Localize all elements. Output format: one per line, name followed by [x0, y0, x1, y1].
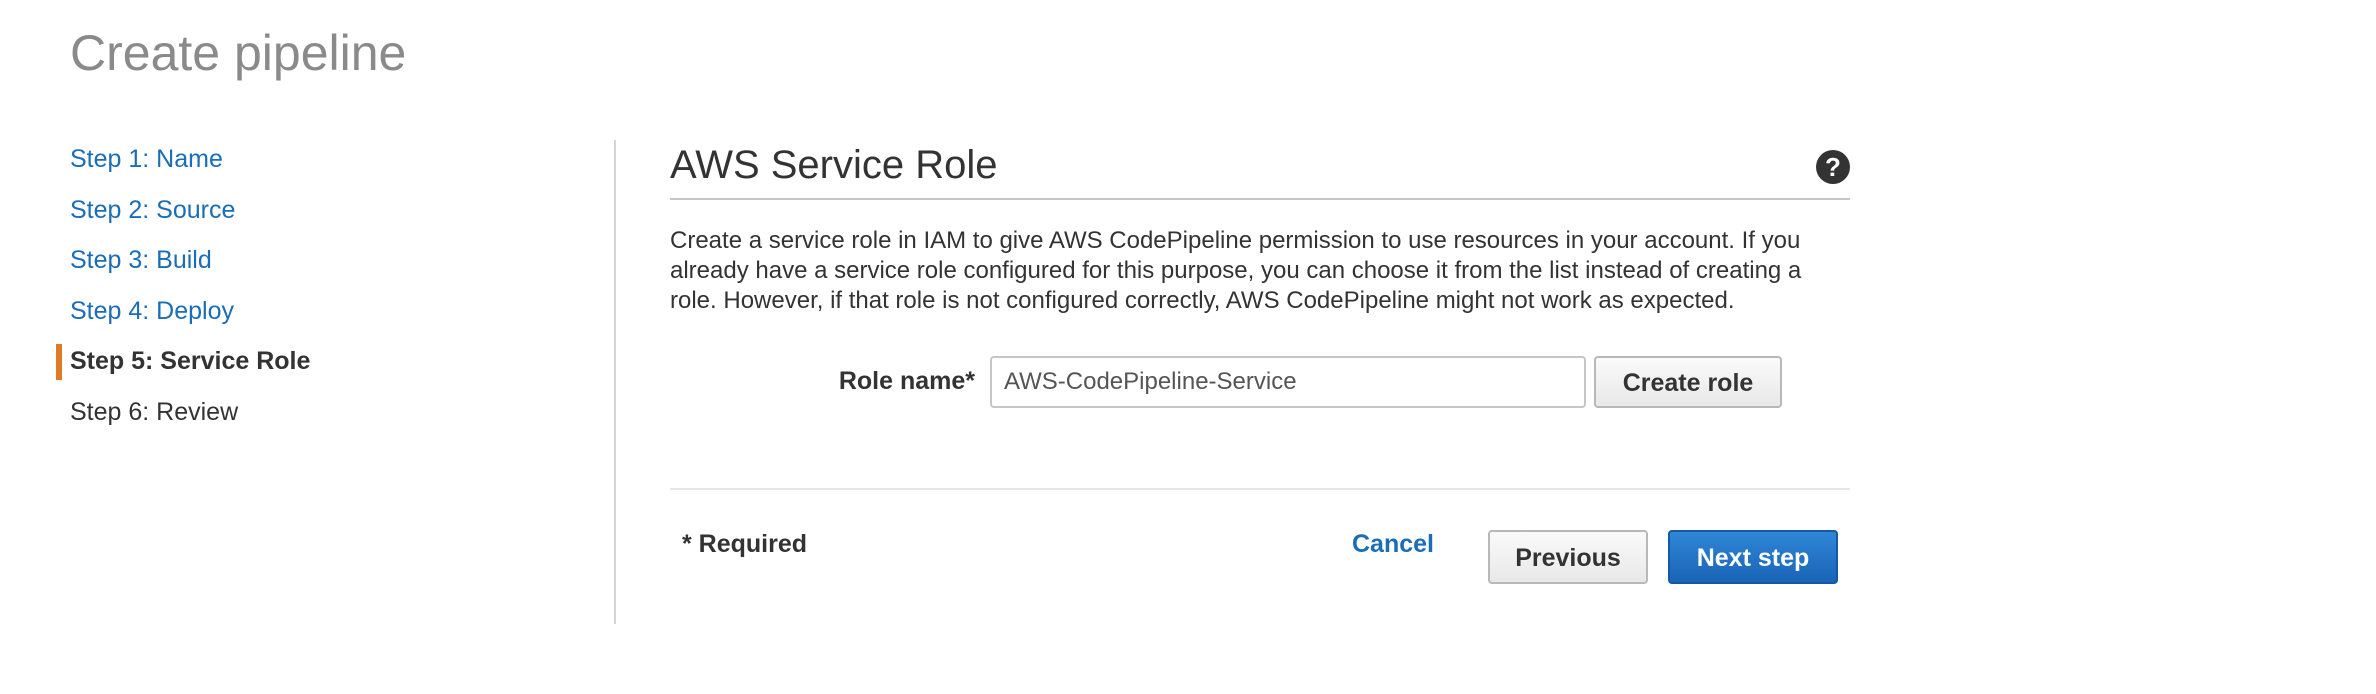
next-step-button[interactable]: Next step	[1668, 530, 1838, 584]
panel-title: AWS Service Role	[670, 143, 998, 187]
previous-button[interactable]: Previous	[1488, 530, 1648, 584]
vertical-divider	[614, 140, 616, 624]
role-name-row: Role name* Create role	[670, 356, 1850, 416]
service-role-panel: AWS Service Role ? Create a service role…	[670, 140, 1850, 584]
create-pipeline-page: Create pipeline Step 1: Name Step 2: Sou…	[0, 0, 2376, 694]
role-name-label: Role name*	[838, 367, 975, 395]
cancel-link[interactable]: Cancel	[1352, 530, 1434, 559]
step-service-role-current: Step 5: Service Role	[56, 342, 610, 393]
step-name-link[interactable]: Step 1: Name	[70, 140, 610, 191]
role-name-input[interactable]	[990, 356, 1586, 408]
service-role-description: Create a service role in IAM to give AWS…	[670, 227, 1802, 314]
page-title: Create pipeline	[70, 25, 407, 81]
required-note: * Required	[682, 530, 808, 558]
wizard-steps-nav: Step 1: Name Step 2: Source Step 3: Buil…	[56, 140, 610, 443]
step-source-link[interactable]: Step 2: Source	[70, 191, 610, 242]
panel-header: AWS Service Role ?	[670, 140, 1850, 200]
question-circle-icon[interactable]: ?	[1816, 150, 1850, 184]
wizard-footer: * Required Cancel Previous Next step	[670, 490, 1850, 584]
step-deploy-link[interactable]: Step 4: Deploy	[70, 292, 610, 343]
step-build-link[interactable]: Step 3: Build	[70, 241, 610, 292]
create-role-button[interactable]: Create role	[1594, 356, 1782, 408]
step-review: Step 6: Review	[70, 397, 239, 426]
